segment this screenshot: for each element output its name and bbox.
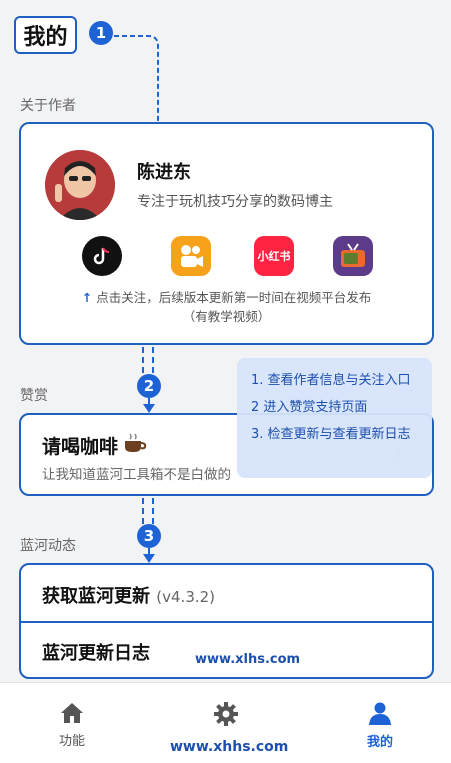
douyin-icon[interactable] (82, 236, 122, 276)
home-icon (61, 703, 83, 723)
author-name: 陈进东 (137, 162, 191, 183)
user-icon (369, 702, 391, 725)
section-label-sponsor: 赞赏 (20, 388, 48, 404)
tab-label-mine: 我的 (366, 735, 393, 750)
kuaishou-icon[interactable] (171, 236, 211, 276)
follow-note-line2: （有教学视频） (182, 309, 271, 324)
changelog-row[interactable]: 蓝河更新日志 (21, 623, 432, 677)
xiaohongshu-icon[interactable]: 小红书 (254, 236, 294, 276)
author-card[interactable]: 陈进东 专注于玩机技巧分享的数码博主 小红书 ↑ 点击关注，后续版本更新第一时间… (19, 122, 434, 345)
connector-arrow-3 (143, 548, 155, 563)
section-label-about: 关于作者 (20, 98, 76, 114)
steps-tooltip: 1. 查看作者信息与关注入口 2 进入赞赏支持页面 3. 检查更新与查看更新日志 (237, 358, 432, 478)
tooltip-item-3: 3. 检查更新与查看更新日志 (251, 427, 411, 442)
tab-label-functions: 功能 (58, 734, 85, 749)
watermark-text-2: www.xhhs.com (170, 739, 289, 755)
watermark-text: www.xlhs.com (195, 652, 301, 667)
changelog-label: 蓝河更新日志 (42, 643, 150, 664)
gear-icon (214, 702, 238, 726)
check-update-label: 获取蓝河更新 (v4.3.2) (42, 586, 216, 607)
tab-mine[interactable]: 我的 (330, 683, 430, 763)
follow-note-line1: 点击关注，后续版本更新第一时间在视频平台发布 (96, 290, 372, 305)
avatar (45, 150, 115, 220)
tooltip-item-2: 2 进入赞赏支持页面 (251, 400, 368, 415)
tooltip-item-1: 1. 查看作者信息与关注入口 (251, 373, 411, 388)
step-badge-2: 2 (137, 374, 161, 398)
step-badge-3: 3 (137, 524, 161, 548)
follow-note: ↑ 点击关注，后续版本更新第一时间在视频平台发布 （有教学视频） (21, 288, 432, 326)
author-bio: 专注于玩机技巧分享的数码博主 (137, 194, 333, 210)
version-label: (v4.3.2) (156, 588, 216, 606)
connector-line-2a (142, 347, 144, 373)
tab-functions[interactable]: 功能 (22, 683, 122, 763)
coffee-icon (122, 431, 148, 459)
sponsor-title: 请喝咖啡 (42, 435, 119, 458)
connector-line-3a (142, 498, 144, 524)
sponsor-title-row: 请喝咖啡 (42, 431, 148, 459)
connector-line-3b (152, 498, 154, 524)
sponsor-subtitle: 让我知道蓝河工具箱不是白做的 (42, 467, 231, 483)
page-title: 我的 (14, 16, 77, 54)
arrow-up-icon: ↑ (81, 290, 93, 305)
section-label-updates: 蓝河动态 (20, 538, 76, 554)
tv-icon[interactable] (333, 236, 373, 276)
check-update-row[interactable]: 获取蓝河更新 (v4.3.2) (21, 565, 432, 623)
connector-line-2b (152, 347, 154, 373)
connector-arrow-2 (143, 398, 155, 413)
